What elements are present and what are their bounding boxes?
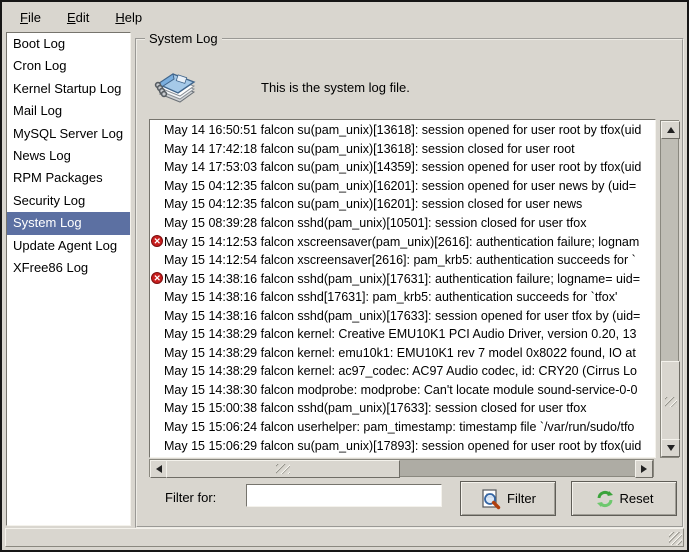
- log-row-text: May 15 15:00:38 falcon sshd(pam_unix)[17…: [164, 401, 655, 415]
- reset-button-label: Reset: [620, 491, 654, 506]
- icon-spacer: [151, 161, 164, 174]
- log-row-text: May 15 04:12:35 falcon su(pam_unix)[1620…: [164, 179, 655, 193]
- log-row-text: May 15 14:38:30 falcon modprobe: modprob…: [164, 383, 655, 397]
- log-row[interactable]: May 15 14:38:16 falcon sshd[17631]: pam_…: [150, 288, 655, 307]
- log-row[interactable]: May 14 16:50:51 falcon su(pam_unix)[1361…: [150, 121, 655, 140]
- log-row-text: May 15 14:38:29 falcon kernel: ac97_code…: [164, 364, 655, 378]
- sidebar-item-security-log[interactable]: Security Log: [7, 190, 130, 212]
- log-row-text: May 15 14:38:16 falcon sshd(pam_unix)[17…: [164, 309, 655, 323]
- scroll-down-button[interactable]: [661, 439, 680, 457]
- vertical-scrollbar[interactable]: [660, 120, 679, 458]
- log-row[interactable]: May 15 15:06:24 falcon userhelper: pam_t…: [150, 418, 655, 437]
- sidebar-item-update-agent-log[interactable]: Update Agent Log: [7, 235, 130, 257]
- icon-spacer: [151, 383, 164, 396]
- log-row-text: May 15 14:38:16 falcon sshd(pam_unix)[17…: [164, 272, 655, 286]
- thumb-grip: [276, 464, 290, 474]
- status-bar: [5, 528, 684, 547]
- log-row-text: May 15 15:06:24 falcon userhelper: pam_t…: [164, 420, 655, 434]
- log-row[interactable]: May 15 14:38:29 falcon kernel: emu10k1: …: [150, 344, 655, 363]
- icon-spacer: [151, 291, 164, 304]
- log-row-text: May 15 14:38:29 falcon kernel: Creative …: [164, 327, 655, 341]
- log-viewer-window: File Edit Help Boot LogCron LogKernel Star…: [0, 0, 689, 552]
- log-category-list: Boot LogCron LogKernel Startup LogMail L…: [6, 32, 131, 526]
- arrow-right-icon: [641, 465, 647, 473]
- sidebar-item-cron-log[interactable]: Cron Log: [7, 55, 130, 77]
- log-row[interactable]: May 15 14:38:30 falcon modprobe: modprob…: [150, 381, 655, 400]
- log-list[interactable]: May 14 16:50:51 falcon su(pam_unix)[1361…: [149, 119, 656, 458]
- icon-spacer: [151, 402, 164, 415]
- log-row[interactable]: May 15 14:12:54 falcon xscreensaver[2616…: [150, 251, 655, 270]
- icon-spacer: [151, 346, 164, 359]
- error-icon: [151, 272, 164, 285]
- log-row-text: May 15 08:39:28 falcon sshd(pam_unix)[10…: [164, 216, 655, 230]
- icon-spacer: [151, 179, 164, 192]
- icon-spacer: [151, 309, 164, 322]
- arrow-down-icon: [667, 445, 675, 451]
- log-row[interactable]: May 15 14:38:16 falcon sshd(pam_unix)[17…: [150, 306, 655, 325]
- log-row[interactable]: May 15 14:38:16 falcon sshd(pam_unix)[17…: [150, 269, 655, 288]
- vertical-scroll-thumb[interactable]: [661, 361, 680, 443]
- log-row-text: May 15 15:06:29 falcon su(pam_unix)[1789…: [164, 439, 655, 453]
- thumb-grip: [665, 397, 677, 407]
- icon-spacer: [151, 328, 164, 341]
- horizontal-scrollbar[interactable]: [149, 459, 654, 477]
- arrow-left-icon: [156, 465, 162, 473]
- refresh-arrows-icon: [595, 489, 615, 509]
- log-row-text: May 14 17:42:18 falcon su(pam_unix)[1361…: [164, 142, 655, 156]
- notebook-icon: [150, 66, 196, 104]
- log-row[interactable]: May 14 17:53:03 falcon su(pam_unix)[1435…: [150, 158, 655, 177]
- sidebar-item-mysql-server-log[interactable]: MySQL Server Log: [7, 123, 130, 145]
- menu-file[interactable]: File: [12, 7, 49, 28]
- sidebar-item-boot-log[interactable]: Boot Log: [7, 33, 130, 55]
- arrow-up-icon: [667, 127, 675, 133]
- log-row[interactable]: May 15 15:00:38 falcon sshd(pam_unix)[17…: [150, 399, 655, 418]
- log-description: This is the system log file.: [261, 80, 410, 95]
- search-document-icon: [480, 488, 502, 510]
- log-row-text: May 15 04:12:35 falcon su(pam_unix)[1620…: [164, 197, 655, 211]
- sidebar-item-xfree86-log[interactable]: XFree86 Log: [7, 257, 130, 279]
- filter-button-label: Filter: [507, 491, 536, 506]
- filter-button[interactable]: Filter: [460, 481, 556, 516]
- log-row[interactable]: May 15 15:06:29 falcon su(pam_unix)[1789…: [150, 436, 655, 455]
- menu-help[interactable]: Help: [107, 7, 150, 28]
- scroll-right-button[interactable]: [635, 460, 653, 478]
- sidebar-item-news-log[interactable]: News Log: [7, 145, 130, 167]
- log-row-text: May 15 14:38:16 falcon sshd[17631]: pam_…: [164, 290, 655, 304]
- menu-edit[interactable]: Edit: [59, 7, 97, 28]
- log-row-text: May 15 14:38:29 falcon kernel: emu10k1: …: [164, 346, 655, 360]
- sidebar-item-rpm-packages[interactable]: RPM Packages: [7, 167, 130, 189]
- resize-grip[interactable]: [669, 532, 682, 545]
- scroll-up-button[interactable]: [661, 121, 680, 139]
- filter-label: Filter for:: [165, 490, 216, 505]
- log-row[interactable]: May 14 17:42:18 falcon su(pam_unix)[1361…: [150, 140, 655, 159]
- log-row-text: May 14 17:53:03 falcon su(pam_unix)[1435…: [164, 160, 655, 174]
- icon-spacer: [151, 198, 164, 211]
- icon-spacer: [151, 124, 164, 137]
- reset-button[interactable]: Reset: [571, 481, 677, 516]
- horizontal-scroll-thumb[interactable]: [166, 460, 400, 478]
- filter-input[interactable]: [246, 484, 442, 507]
- log-row[interactable]: May 15 14:38:29 falcon kernel: Creative …: [150, 325, 655, 344]
- group-title: System Log: [145, 31, 222, 46]
- log-row[interactable]: May 15 14:12:53 falcon xscreensaver(pam_…: [150, 232, 655, 251]
- system-log-groupbox: System Log This is the system log file. …: [135, 38, 684, 528]
- sidebar-item-mail-log[interactable]: Mail Log: [7, 100, 130, 122]
- log-row-text: May 15 14:12:54 falcon xscreensaver[2616…: [164, 253, 655, 267]
- log-row-text: May 15 14:12:53 falcon xscreensaver(pam_…: [164, 235, 655, 249]
- log-row[interactable]: May 15 08:39:28 falcon sshd(pam_unix)[10…: [150, 214, 655, 233]
- icon-spacer: [151, 439, 164, 452]
- log-row-text: May 14 16:50:51 falcon su(pam_unix)[1361…: [164, 123, 655, 137]
- icon-spacer: [151, 421, 164, 434]
- sidebar-item-system-log[interactable]: System Log: [7, 212, 130, 234]
- error-icon: [151, 235, 164, 248]
- icon-spacer: [151, 217, 164, 230]
- icon-spacer: [151, 365, 164, 378]
- menubar: File Edit Help: [4, 4, 685, 30]
- log-row[interactable]: May 15 04:12:35 falcon su(pam_unix)[1620…: [150, 177, 655, 196]
- log-row[interactable]: May 15 14:38:29 falcon kernel: ac97_code…: [150, 362, 655, 381]
- icon-spacer: [151, 142, 164, 155]
- icon-spacer: [151, 254, 164, 267]
- sidebar-item-kernel-startup-log[interactable]: Kernel Startup Log: [7, 78, 130, 100]
- log-row[interactable]: May 15 04:12:35 falcon su(pam_unix)[1620…: [150, 195, 655, 214]
